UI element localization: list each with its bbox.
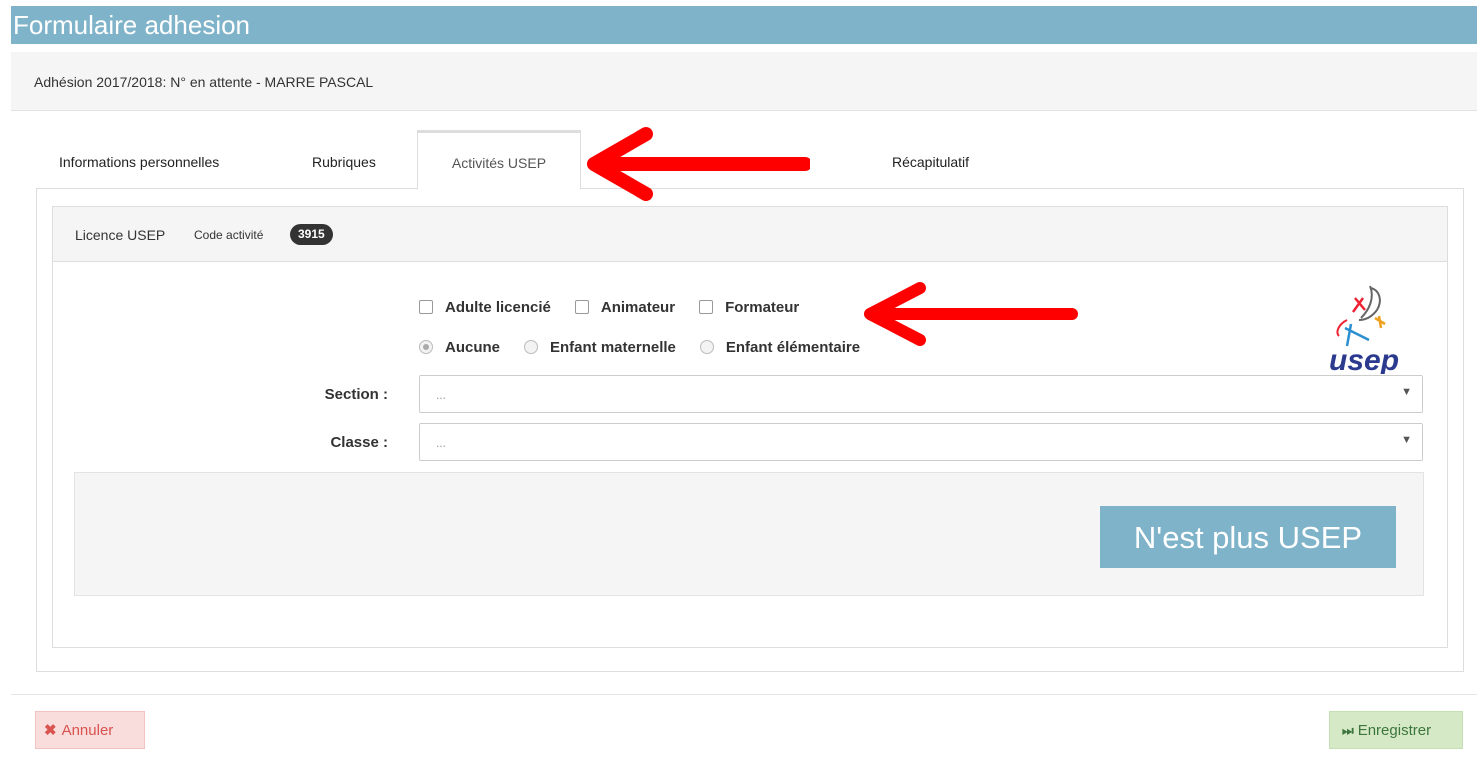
- animateur-checkbox[interactable]: [574, 300, 589, 314]
- enfant-elementaire-label: Enfant élémentaire: [725, 338, 861, 356]
- code-activite-badge: 3915: [290, 224, 333, 245]
- save-button[interactable]: ⏭ Enregistrer: [1329, 711, 1463, 749]
- fast-forward-icon: ⏭: [1342, 723, 1354, 738]
- enfant-maternelle-radio[interactable]: [524, 340, 539, 354]
- cancel-button-label: Annuler: [61, 722, 114, 739]
- save-button-label: Enregistrer: [1357, 722, 1432, 739]
- footer-divider: [11, 694, 1477, 695]
- tab-recapitulatif[interactable]: Récapitulatif: [892, 130, 969, 188]
- tab-rubriques[interactable]: Rubriques: [312, 130, 376, 188]
- cancel-button[interactable]: ✖ Annuler: [35, 711, 145, 749]
- classe-label: Classe :: [330, 434, 388, 451]
- close-icon: ✖: [44, 722, 57, 739]
- licence-type-checkboxes: Adulte licencié Animateur Formateur: [409, 296, 813, 318]
- chevron-down-icon: ▼: [1401, 386, 1412, 398]
- modal-header: Adhésion 2017/2018: N° en attente - MARR…: [11, 52, 1477, 111]
- window-title: Formulaire adhesion: [11, 6, 1477, 44]
- usep-logo: usep: [1329, 285, 1399, 374]
- classe-select-value: ...: [436, 436, 447, 450]
- licence-title: Licence USEP: [75, 227, 166, 243]
- aucune-label: Aucune: [445, 338, 501, 356]
- nest-plus-usep-button[interactable]: N'est plus USEP: [1100, 506, 1396, 568]
- enfant-elementaire-radio[interactable]: [699, 340, 714, 354]
- licence-panel-header: Licence USEP Code activité 3915: [53, 207, 1447, 262]
- classe-select[interactable]: ... ▼: [419, 423, 1423, 461]
- chevron-down-icon: ▼: [1401, 434, 1412, 446]
- usep-status-well: N'est plus USEP: [74, 472, 1424, 596]
- tab-informations-personnelles[interactable]: Informations personnelles: [59, 130, 219, 188]
- section-select-value: ...: [436, 388, 447, 402]
- section-select[interactable]: ... ▼: [419, 375, 1423, 413]
- tab-activites-usep[interactable]: Activités USEP: [417, 130, 581, 190]
- enfant-maternelle-label: Enfant maternelle: [550, 338, 676, 356]
- annotation-arrow-left-icon: [864, 282, 1078, 346]
- formateur-checkbox[interactable]: [699, 300, 714, 314]
- usep-logo-text: usep: [1329, 344, 1399, 374]
- formateur-label: Formateur: [725, 298, 800, 316]
- animateur-label: Animateur: [600, 298, 676, 316]
- annotation-arrow-left-icon: [587, 127, 810, 201]
- adulte-licencie-label: Adulte licencié: [445, 298, 551, 316]
- section-label: Section :: [324, 386, 388, 403]
- adhesion-subtitle: Adhésion 2017/2018: N° en attente - MARR…: [34, 74, 374, 90]
- enfant-type-radios: Aucune Enfant maternelle Enfant élémenta…: [409, 336, 874, 358]
- aucune-radio[interactable]: [419, 340, 433, 354]
- code-activite-label: Code activité: [194, 228, 264, 242]
- adulte-licencie-checkbox[interactable]: [419, 300, 433, 314]
